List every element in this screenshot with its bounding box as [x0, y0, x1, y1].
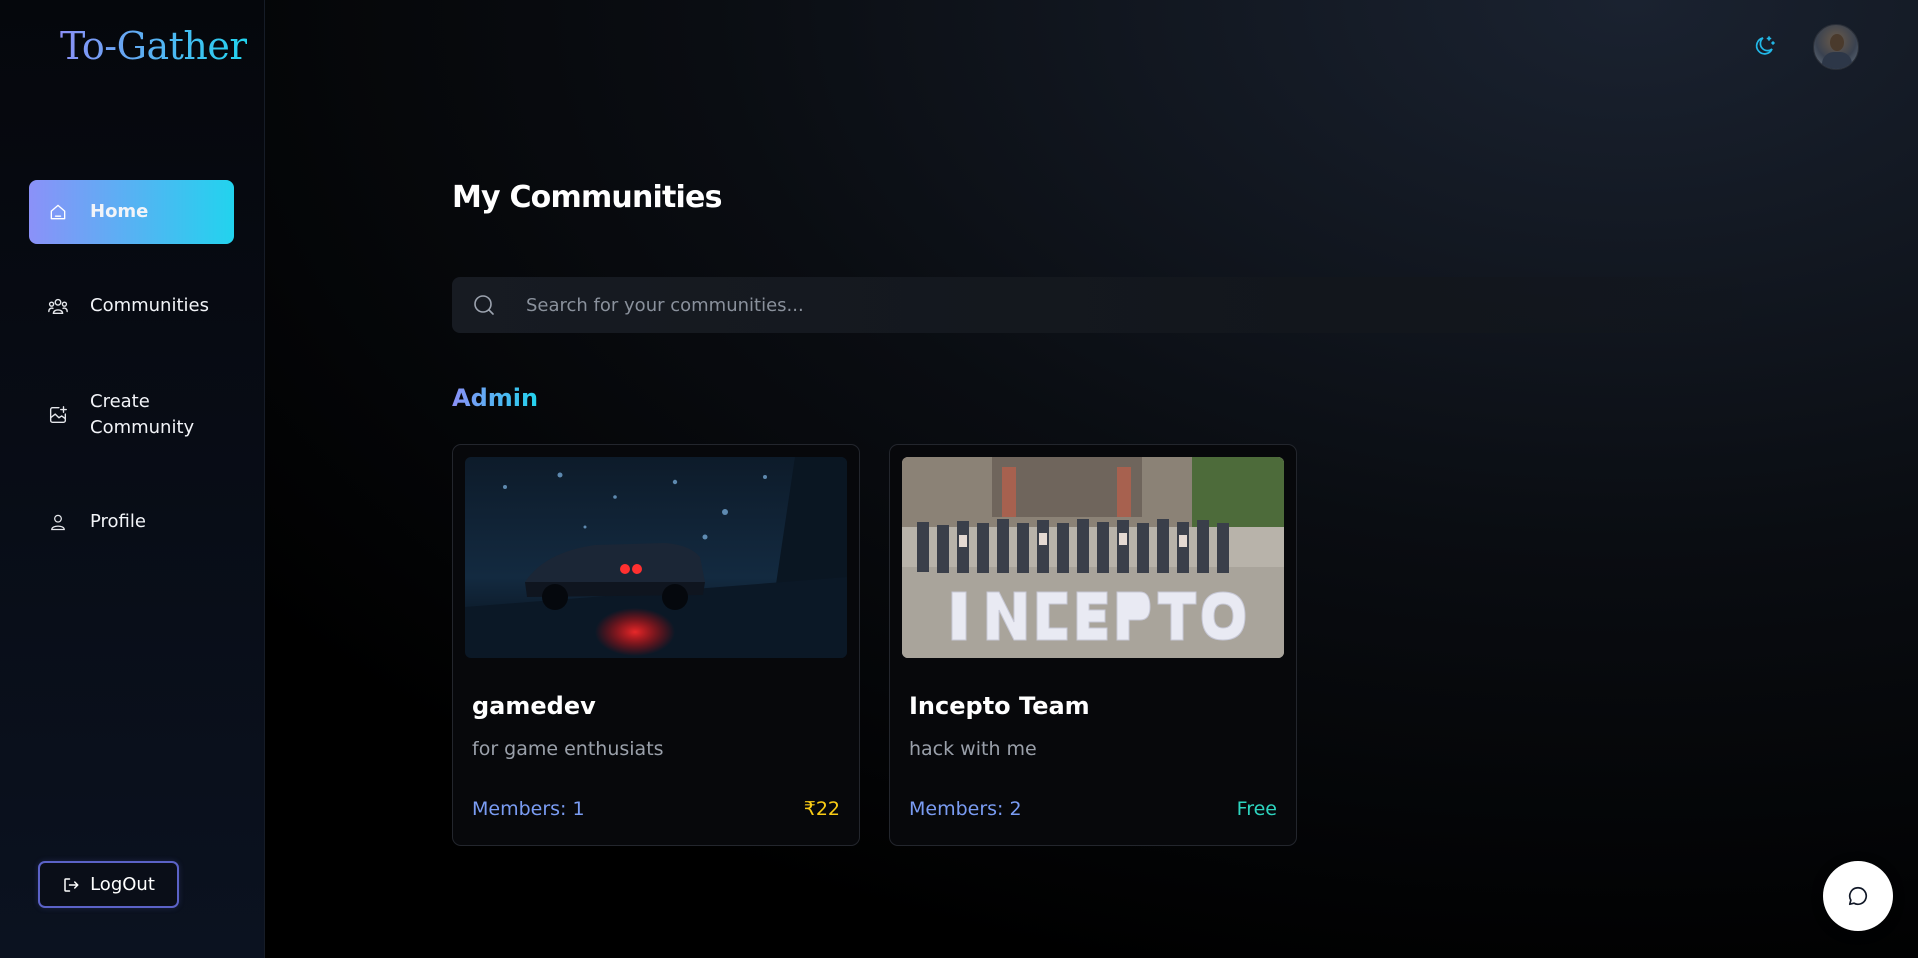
avatar-body: [1822, 52, 1852, 69]
community-name: Incepto Team: [909, 692, 1090, 720]
search-bar[interactable]: [452, 277, 1742, 333]
logout-button[interactable]: LogOut: [38, 861, 179, 908]
avatar-head: [1830, 34, 1844, 51]
sidebar-item-create-community[interactable]: Create Community: [29, 382, 234, 448]
community-name: gamedev: [472, 692, 596, 720]
community-price: Free: [1236, 798, 1277, 820]
community-members: Members: 1: [472, 798, 585, 820]
sidebar: To-Gather Home Communities Create Commun…: [0, 0, 265, 958]
community-card-gamedev[interactable]: gamedev for game enthusiats Members: 1 ₹…: [452, 444, 860, 846]
theme-toggle-button[interactable]: [1753, 34, 1777, 58]
search-icon: [472, 293, 496, 317]
search-input[interactable]: [526, 294, 1626, 316]
sidebar-item-label: Create Community: [90, 391, 195, 438]
users-icon: [47, 295, 69, 317]
moon-stars-icon: [1753, 36, 1777, 62]
community-price: ₹22: [803, 798, 840, 820]
community-members: Members: 2: [909, 798, 1022, 820]
section-title-admin: Admin: [452, 384, 539, 412]
app-logo[interactable]: To-Gather: [60, 24, 248, 68]
logout-label: LogOut: [90, 874, 155, 895]
home-icon: [47, 201, 69, 223]
community-image: [465, 457, 847, 658]
user-icon: [47, 511, 69, 533]
sidebar-item-home[interactable]: Home: [29, 180, 234, 244]
community-card-incepto-team[interactable]: Incepto Team hack with me Members: 2 Fre…: [889, 444, 1297, 846]
community-image: [902, 457, 1284, 658]
chat-button[interactable]: [1823, 861, 1893, 931]
create-community-icon: [47, 404, 69, 426]
sidebar-item-profile[interactable]: Profile: [29, 490, 234, 554]
page-title: My Communities: [452, 180, 722, 215]
chat-bubble-icon: [1847, 885, 1869, 907]
sidebar-item-label: Home: [90, 201, 149, 222]
logout-icon: [62, 876, 80, 894]
sidebar-item-label: Communities: [90, 295, 209, 316]
sidebar-item-label: Profile: [90, 511, 146, 532]
community-description: hack with me: [909, 738, 1037, 760]
avatar[interactable]: [1813, 24, 1859, 70]
sidebar-item-communities[interactable]: Communities: [29, 274, 234, 338]
community-description: for game enthusiats: [472, 738, 664, 760]
